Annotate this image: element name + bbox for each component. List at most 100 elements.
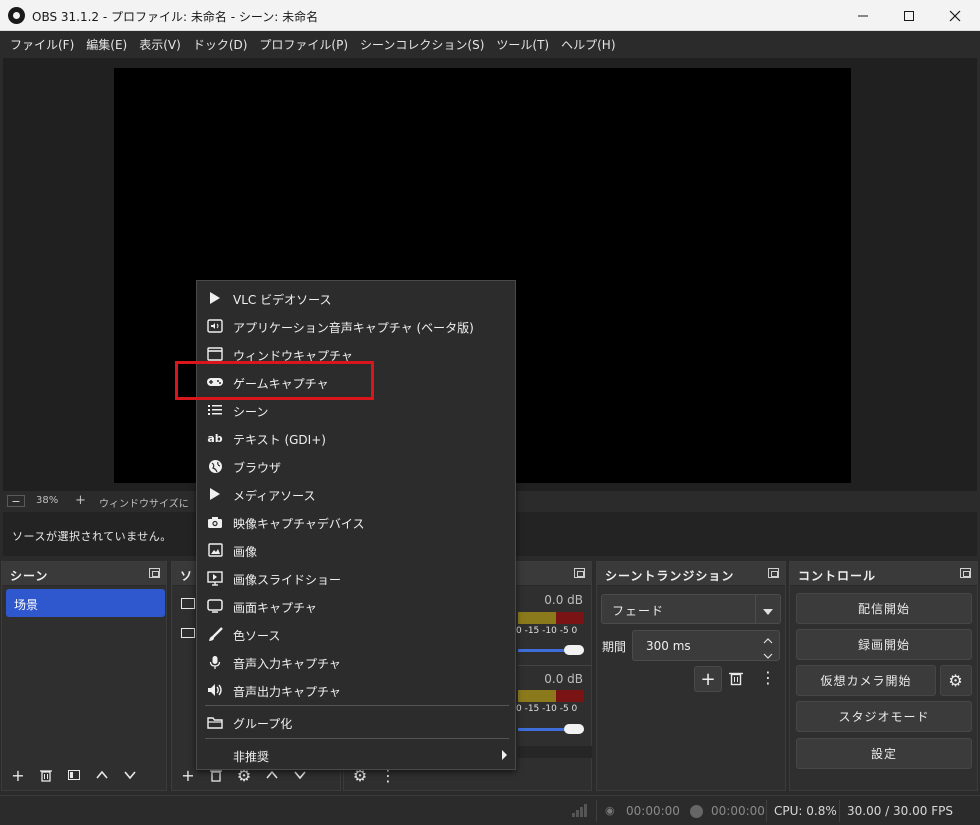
more-icon[interactable]: ⋮ xyxy=(760,668,776,687)
trash-icon[interactable] xyxy=(36,765,56,785)
move-down-icon[interactable] xyxy=(120,765,140,785)
source-status-text: ソースが選択されていません。 xyxy=(12,530,172,543)
menu-item-application-audio-capture[interactable]: アプリケーション音声キャプチャ (ベータ版) xyxy=(197,312,515,340)
duration-label: 期間 xyxy=(602,640,627,654)
track-divider xyxy=(518,665,592,666)
track2-volume-knob[interactable] xyxy=(564,724,584,734)
start-virtual-camera-button[interactable]: 仮想カメラ開始 xyxy=(796,665,936,696)
maximize-icon[interactable] xyxy=(886,0,932,31)
controls-header: コントロール xyxy=(790,562,977,586)
menu-profile[interactable]: プロファイル(P) xyxy=(253,36,354,53)
gear-icon[interactable]: ⚙ xyxy=(940,665,972,696)
folder-icon xyxy=(206,714,224,730)
sources-dock-title: ソ xyxy=(180,569,194,583)
camera-icon xyxy=(206,514,224,530)
add-source-context-menu: VLC ビデオソース アプリケーション音声キャプチャ (ベータ版) ウィンドウキ… xyxy=(196,280,516,770)
monitor-source-icon xyxy=(181,628,195,638)
duration-input[interactable]: 300 ms xyxy=(632,630,780,661)
window-icon xyxy=(206,346,224,362)
zoom-in-button[interactable]: + xyxy=(75,493,86,508)
add-icon[interactable]: + xyxy=(8,765,28,785)
microphone-icon xyxy=(206,654,224,670)
scene-list-item[interactable]: 场景 xyxy=(6,589,165,617)
title-bar: OBS 31.1.2 - プロファイル: 未命名 - シーン: 未命名 xyxy=(0,0,980,31)
monitor-icon xyxy=(206,598,224,614)
status-separator xyxy=(766,800,767,822)
menu-item-image[interactable]: 画像 xyxy=(197,536,515,564)
menu-view[interactable]: 表示(V) xyxy=(133,36,187,53)
menu-item-image-slideshow[interactable]: 画像スライドショー xyxy=(197,564,515,592)
zoom-out-button[interactable]: − xyxy=(7,495,25,508)
play-icon xyxy=(206,290,224,306)
transition-select[interactable]: フェード xyxy=(601,594,781,624)
spin-up-icon[interactable] xyxy=(763,634,773,648)
menu-item-browser[interactable]: ブラウザ xyxy=(197,452,515,480)
undock-icon[interactable] xyxy=(149,568,160,578)
track2-meter-red xyxy=(556,690,584,702)
menu-item-group[interactable]: グループ化 xyxy=(197,708,515,736)
menu-scene-collection[interactable]: シーンコレクション(S) xyxy=(354,36,490,53)
scenes-dock: シーン 场景 + xyxy=(1,561,167,791)
speaker-icon xyxy=(206,682,224,698)
app-audio-icon xyxy=(206,318,224,334)
menu-item-audio-output-capture[interactable]: 音声出力キャプチャ xyxy=(197,676,515,704)
menu-item-video-capture-device[interactable]: 映像キャプチャデバイス xyxy=(197,508,515,536)
track2-meter-yellow xyxy=(518,690,556,702)
minimize-icon[interactable] xyxy=(840,0,886,31)
settings-button[interactable]: 設定 xyxy=(796,738,972,769)
menu-docks[interactable]: ドック(D) xyxy=(187,36,254,53)
menu-item-vlc-video-source[interactable]: VLC ビデオソース xyxy=(197,284,515,312)
media-play-icon xyxy=(206,486,224,502)
zoom-fit-label[interactable]: ウィンドウサイズに xyxy=(99,495,189,510)
track1-volume-knob[interactable] xyxy=(564,645,584,655)
chevron-down-icon xyxy=(762,605,774,619)
menu-item-color-source[interactable]: 色ソース xyxy=(197,620,515,648)
transitions-header: シーントランジション xyxy=(597,562,785,586)
window-source-icon xyxy=(181,598,195,609)
menu-file[interactable]: ファイル(F) xyxy=(4,36,80,53)
menu-item-audio-input-capture[interactable]: 音声入力キャプチャ xyxy=(197,648,515,676)
scenes-dock-title: シーン xyxy=(10,569,49,583)
track1-meter-red xyxy=(556,612,584,624)
add-source-icon[interactable]: + xyxy=(178,765,198,785)
scenes-dock-header: シーン xyxy=(2,562,166,586)
undock-icon[interactable] xyxy=(574,568,585,578)
menu-item-scene[interactable]: シーン xyxy=(197,396,515,424)
menu-item-display-capture[interactable]: 画面キャプチャ xyxy=(197,592,515,620)
track2-db: 0.0 dB xyxy=(544,672,583,686)
menu-item-deprecated[interactable]: 非推奨 xyxy=(197,741,515,769)
menu-edit[interactable]: 編集(E) xyxy=(80,36,133,53)
record-status-icon xyxy=(690,805,703,818)
menu-help[interactable]: ヘルプ(H) xyxy=(555,36,621,53)
undock-icon[interactable] xyxy=(768,568,779,578)
studio-mode-button[interactable]: スタジオモード xyxy=(796,701,972,732)
start-streaming-button[interactable]: 配信開始 xyxy=(796,593,972,624)
track1-meter-yellow xyxy=(518,612,556,624)
menu-item-text-gdi[interactable]: ab テキスト (GDI+) xyxy=(197,424,515,452)
start-recording-button[interactable]: 録画開始 xyxy=(796,629,972,660)
transitions-dock: シーントランジション フェード 期間 300 ms + ⋮ xyxy=(596,561,786,791)
undock-icon[interactable] xyxy=(960,568,971,578)
track1-scale: 0 -15 -10 -5 0 xyxy=(516,626,578,636)
highlight-box xyxy=(175,361,374,400)
zoom-value: 38% xyxy=(36,495,59,506)
move-up-icon[interactable] xyxy=(92,765,112,785)
menu-tools[interactable]: ツール(T) xyxy=(490,36,555,53)
trash-icon[interactable] xyxy=(728,670,744,689)
status-bar: ◉ 00:00:00 00:00:00 CPU: 0.8% 30.00 / 30… xyxy=(0,795,980,825)
transitions-title: シーントランジション xyxy=(605,569,735,583)
spin-down-icon[interactable] xyxy=(763,649,773,663)
close-icon[interactable] xyxy=(932,0,978,31)
combo-divider xyxy=(755,595,756,623)
menu-bar: ファイル(F) 編集(E) 表示(V) ドック(D) プロファイル(P) シーン… xyxy=(0,31,980,58)
menu-item-media-source[interactable]: メディアソース xyxy=(197,480,515,508)
globe-icon xyxy=(206,458,224,474)
track1-db: 0.0 dB xyxy=(544,593,583,607)
image-icon xyxy=(206,542,224,558)
controls-title: コントロール xyxy=(798,569,877,583)
status-separator xyxy=(596,800,597,822)
add-transition-icon[interactable]: + xyxy=(694,666,722,692)
status-separator xyxy=(839,800,840,822)
mixer-scrollbar[interactable] xyxy=(518,746,592,758)
filter-icon[interactable] xyxy=(64,765,84,785)
